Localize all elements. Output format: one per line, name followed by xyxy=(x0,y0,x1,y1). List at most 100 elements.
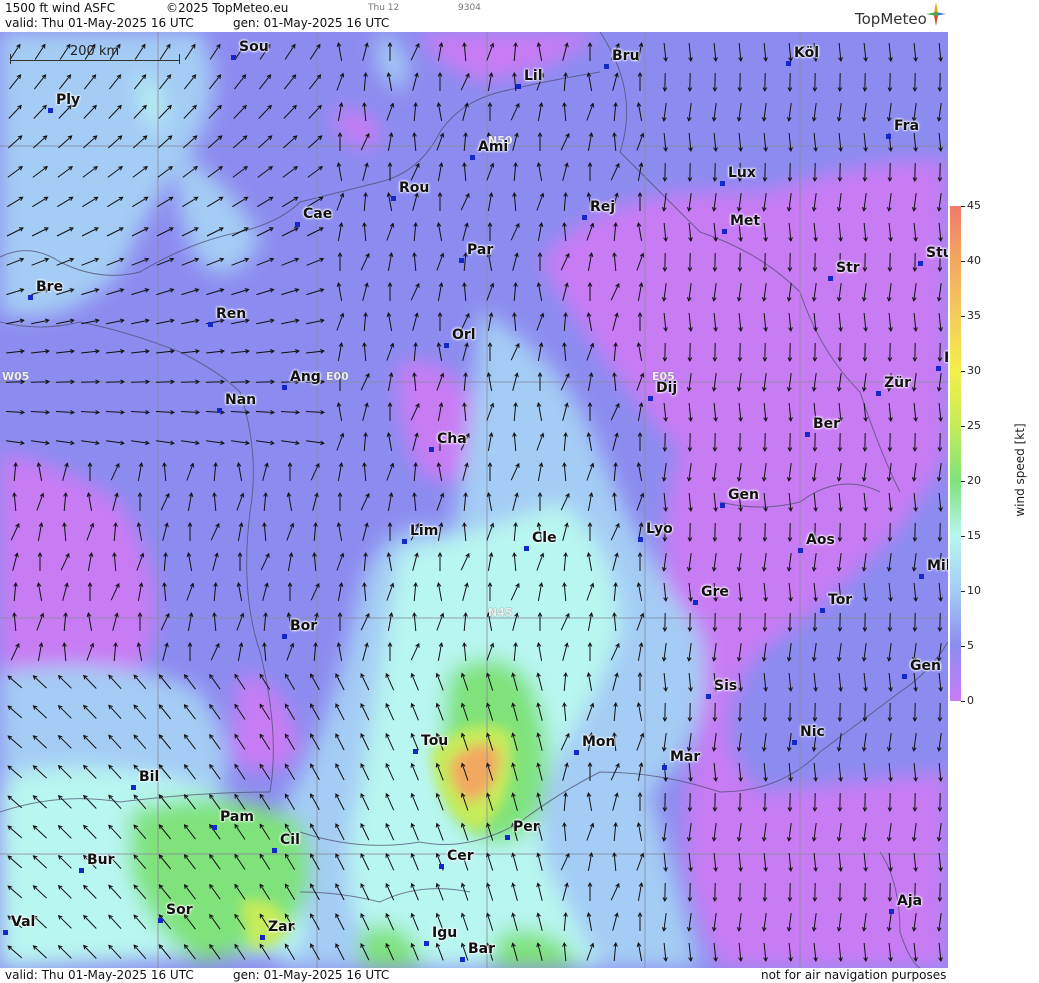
city-dot xyxy=(402,539,407,544)
city-dot xyxy=(722,229,727,234)
wind-map[interactable]: 200 km N50 N45 W05 E00 E05 Sou Ply Lil Bru K… xyxy=(0,32,948,968)
city-dot xyxy=(876,391,881,396)
city-label: Fra xyxy=(894,118,920,134)
city-dot xyxy=(786,61,791,66)
city-label: Rej xyxy=(590,199,616,215)
topmeteo-logo[interactable]: TopMeteo xyxy=(855,10,927,28)
city-dot xyxy=(460,957,465,962)
city-label: Nan xyxy=(225,392,257,408)
colorbar-tick-mark xyxy=(961,371,965,372)
wind-field-canvas xyxy=(0,32,948,968)
city-dot xyxy=(902,674,907,679)
colorbar-tick-label: 5 xyxy=(967,639,974,652)
city-dot xyxy=(706,694,711,699)
city-dot xyxy=(638,537,643,542)
city-label: Mon xyxy=(582,734,616,750)
city-label: Rou xyxy=(399,180,430,196)
colorbar xyxy=(950,206,961,701)
city-label: Ang xyxy=(290,369,321,385)
city-label: Bil xyxy=(139,769,160,785)
legend-unit-label: wind speed [kt] xyxy=(1013,423,1027,517)
city-label: Mar xyxy=(670,749,701,765)
city-dot xyxy=(217,408,222,413)
city-label: Tor xyxy=(828,592,853,608)
city-label: Bru xyxy=(612,48,640,64)
city-dot xyxy=(792,740,797,745)
colorbar-tick-label: 45 xyxy=(967,199,981,212)
city-label: Cae xyxy=(303,206,333,222)
city-label: Str xyxy=(836,260,860,276)
city-dot xyxy=(282,634,287,639)
city-label: Val xyxy=(11,914,36,930)
city-label: Sis xyxy=(714,678,738,694)
city-dot xyxy=(413,749,418,754)
scale-bar-label: 200 km xyxy=(70,44,120,59)
city-dot xyxy=(693,600,698,605)
city-dot xyxy=(28,295,33,300)
colorbar-tick-label: 15 xyxy=(967,529,981,542)
city-dot xyxy=(720,181,725,186)
grid-label-n45: N45 xyxy=(488,606,513,619)
colorbar-tick-label: 20 xyxy=(967,474,981,487)
city-dot xyxy=(131,785,136,790)
city-dot xyxy=(574,750,579,755)
city-dot xyxy=(79,868,84,873)
city-dot xyxy=(662,765,667,770)
city-dot xyxy=(505,835,510,840)
city-label: Lim xyxy=(410,523,439,539)
city-label: Nic xyxy=(800,724,825,740)
city-dot xyxy=(439,864,444,869)
colorbar-tick-mark xyxy=(961,646,965,647)
city-label: Bur xyxy=(87,852,115,868)
colorbar-tick-mark xyxy=(961,316,965,317)
city-label: Aja xyxy=(897,893,923,909)
city-dot xyxy=(820,608,825,613)
city-dot xyxy=(444,343,449,348)
city-dot xyxy=(470,155,475,160)
city-dot xyxy=(648,396,653,401)
generation-time: gen: 01-May-2025 16 UTC xyxy=(233,16,390,30)
grid-label-e00: E00 xyxy=(326,370,349,383)
city-label: Cer xyxy=(447,848,474,864)
colorbar-tick-label: 0 xyxy=(967,694,974,707)
city-label: Lux xyxy=(728,165,756,181)
city-label: F xyxy=(944,350,948,366)
colorbar-tick-mark xyxy=(961,261,965,262)
colorbar-tick-label: 30 xyxy=(967,364,981,377)
city-dot xyxy=(158,918,163,923)
city-label: Ami xyxy=(478,139,509,155)
city-dot xyxy=(918,261,923,266)
colorbar-tick-label: 40 xyxy=(967,254,981,267)
city-label: Igu xyxy=(432,925,458,941)
city-dot xyxy=(424,941,429,946)
valid-time: valid: Thu 01-May-2025 16 UTC xyxy=(5,16,194,30)
run-code: 9304 xyxy=(458,3,481,13)
city-dot xyxy=(272,848,277,853)
city-dot xyxy=(48,108,53,113)
city-dot xyxy=(805,432,810,437)
colorbar-tick-mark xyxy=(961,426,965,427)
colorbar-tick-mark xyxy=(961,481,965,482)
city-dot xyxy=(282,385,287,390)
city-label: Bor xyxy=(290,618,318,634)
city-label: Stu xyxy=(926,245,948,261)
colorbar-tick-label: 35 xyxy=(967,309,981,322)
city-dot xyxy=(886,134,891,139)
city-label: Sou xyxy=(239,39,269,55)
map-footer: valid: Thu 01-May-2025 16 UTC gen: 01-Ma… xyxy=(0,968,948,983)
scale-bar: 200 km xyxy=(10,44,180,64)
city-label: Ren xyxy=(216,306,247,322)
city-label: Tou xyxy=(421,733,449,749)
city-label: Ber xyxy=(813,416,841,432)
city-label: Gen xyxy=(728,487,759,503)
colorbar-tick-label: 25 xyxy=(967,419,981,432)
footer-generation-time: gen: 01-May-2025 16 UTC xyxy=(233,968,390,982)
city-dot xyxy=(429,447,434,452)
city-dot xyxy=(260,935,265,940)
city-label: Aos xyxy=(806,532,835,548)
city-label: Cil xyxy=(280,832,300,848)
colorbar-tick-mark xyxy=(961,206,965,207)
city-label: Per xyxy=(513,819,540,835)
city-dot xyxy=(720,503,725,508)
city-label: Ply xyxy=(56,92,81,108)
